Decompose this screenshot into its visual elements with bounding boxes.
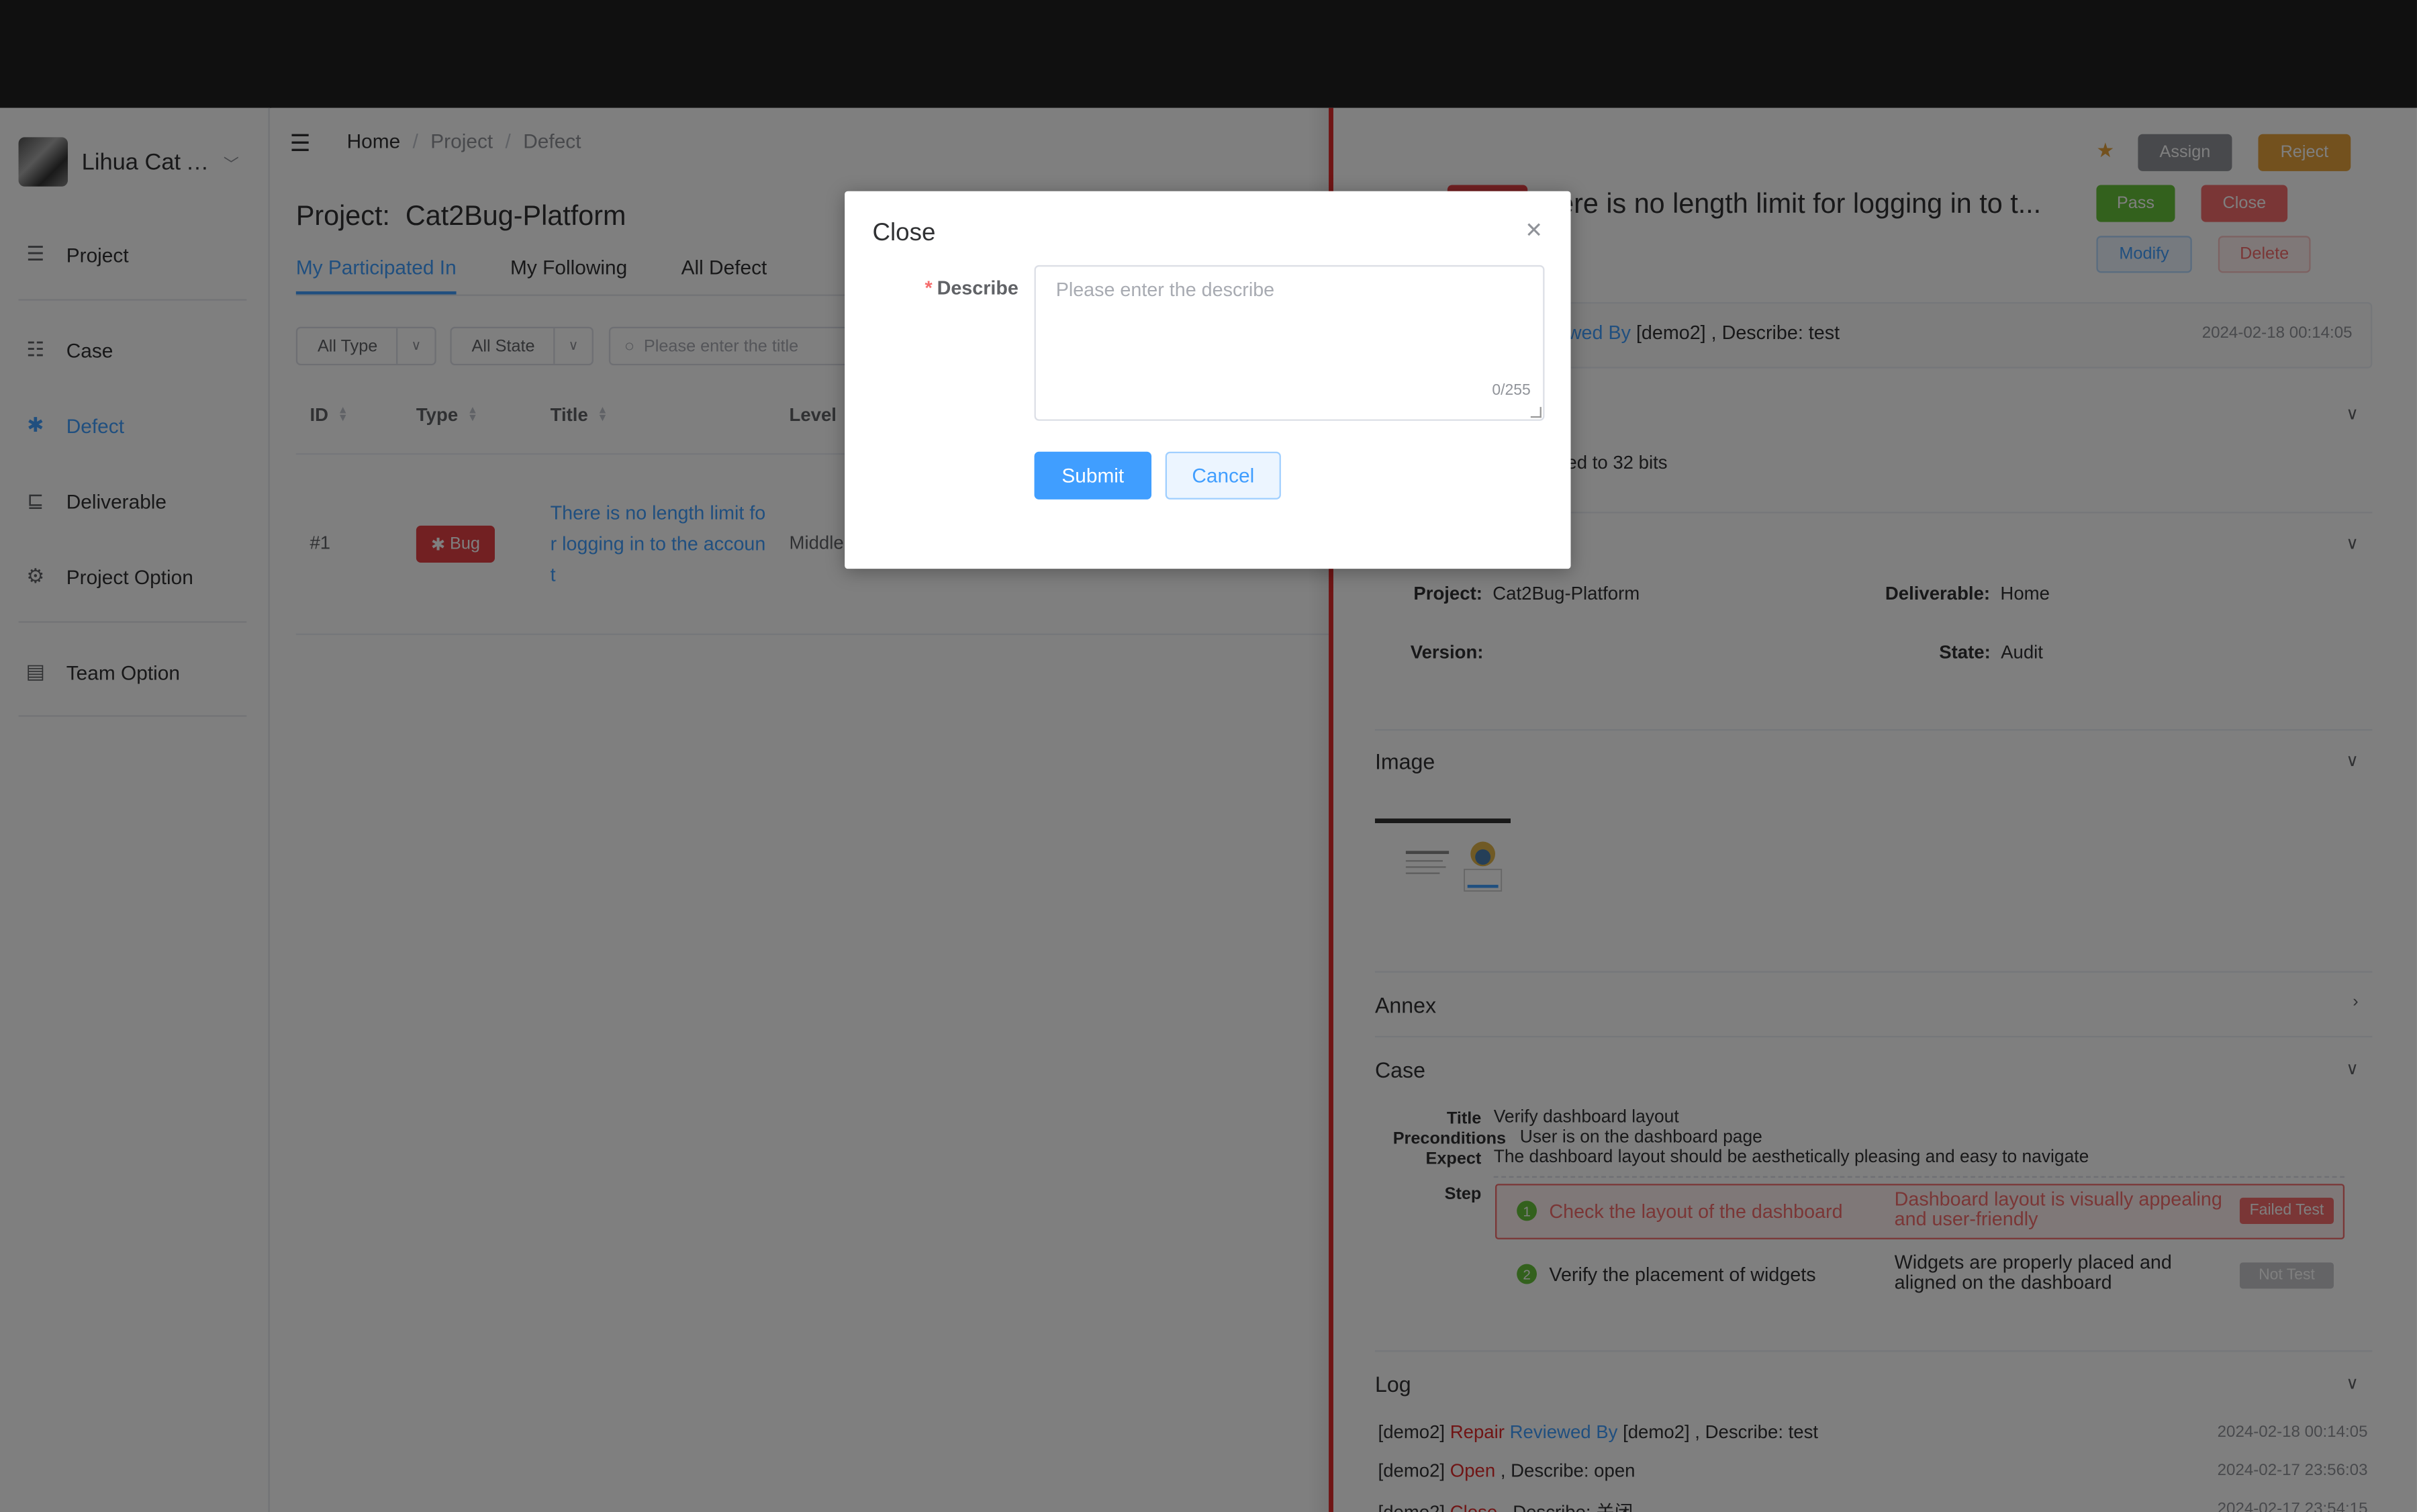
close-dialog: Close ✕ * Describe Please enter the descr… (845, 191, 1571, 569)
dialog-title: Close (872, 220, 936, 247)
submit-button[interactable]: Submit (1034, 451, 1152, 500)
resize-handle-icon[interactable] (1530, 407, 1542, 418)
describe-textarea[interactable]: Please enter the describe 0/255 (1034, 265, 1545, 421)
describe-label: * Describe (925, 277, 1018, 299)
cancel-button[interactable]: Cancel (1165, 451, 1281, 500)
close-icon[interactable]: ✕ (1525, 218, 1543, 244)
char-counter: 0/255 (1492, 382, 1531, 399)
describe-placeholder: Please enter the describe (1055, 279, 1275, 301)
